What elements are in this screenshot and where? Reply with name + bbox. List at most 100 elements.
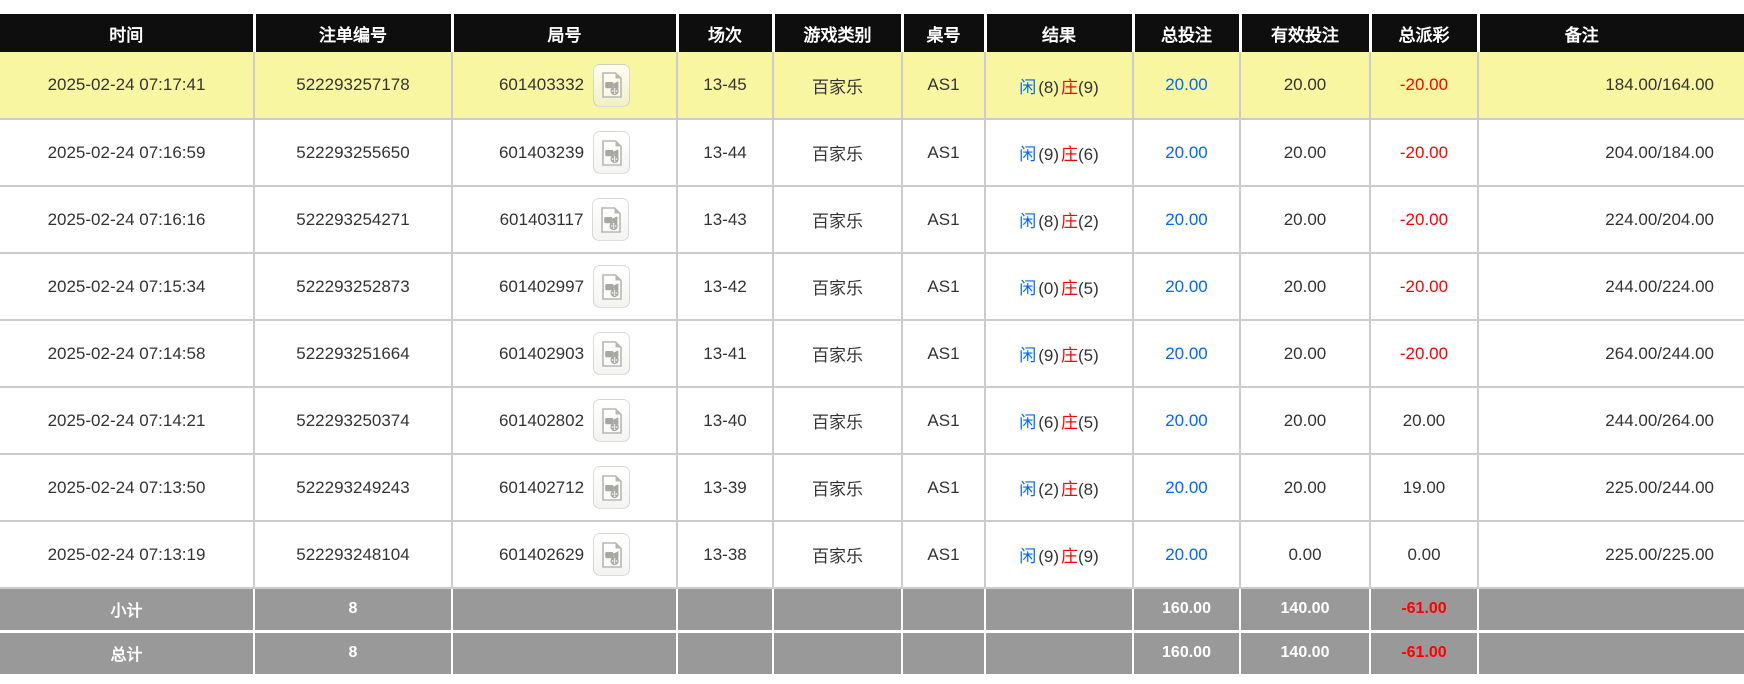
round-id-cell: 601403239 <box>452 119 677 186</box>
summary-row: 小计8160.00140.00-61.00 <box>0 588 1744 631</box>
video-replay-icon <box>601 408 623 434</box>
bet-records-page: 时间注单编号局号场次游戏类别桌号结果总投注有效投注总派彩备注 2025-02-2… <box>0 0 1744 674</box>
summary-empty-cell <box>452 631 677 674</box>
session-cell: 13-42 <box>677 253 773 320</box>
game-type-cell: 百家乐 <box>773 52 902 119</box>
player-result-score: (6) <box>1038 413 1059 432</box>
table-row[interactable]: 2025-02-24 07:13:19522293248104601402629… <box>0 521 1744 588</box>
result-cell: 闲(6)庄(5) <box>985 387 1133 454</box>
banker-result-score: (6) <box>1078 145 1099 164</box>
banker-result-label: 庄 <box>1061 279 1078 298</box>
table-row[interactable]: 2025-02-24 07:16:16522293254271601403117… <box>0 186 1744 253</box>
payout-cell: 20.00 <box>1370 387 1478 454</box>
round-id-value: 601403239 <box>499 143 584 163</box>
banker-result-score: (5) <box>1078 279 1099 298</box>
player-result-label: 闲 <box>1019 480 1036 499</box>
column-header-round_id: 局号 <box>452 14 677 52</box>
banker-result-score: (9) <box>1078 547 1099 566</box>
summary-count-cell: 8 <box>254 631 452 674</box>
result-cell: 闲(9)庄(9) <box>985 521 1133 588</box>
session-cell: 13-38 <box>677 521 773 588</box>
player-result-score: (8) <box>1038 78 1059 97</box>
summary-empty-cell <box>1478 588 1744 631</box>
summary-empty-cell <box>452 588 677 631</box>
round-id-wrap: 601402629 <box>499 533 630 576</box>
video-replay-button[interactable] <box>593 399 630 442</box>
total-bet-cell: 20.00 <box>1133 52 1240 119</box>
player-result-score: (0) <box>1038 279 1059 298</box>
player-result-label: 闲 <box>1019 78 1036 97</box>
valid-bet-cell: 20.00 <box>1240 119 1370 186</box>
player-result-score: (9) <box>1038 145 1059 164</box>
result-cell: 闲(8)庄(2) <box>985 186 1133 253</box>
payout-cell: -20.00 <box>1370 320 1478 387</box>
video-replay-button[interactable] <box>593 533 630 576</box>
summary-count-cell: 8 <box>254 588 452 631</box>
payout-cell: -20.00 <box>1370 119 1478 186</box>
column-header-session: 场次 <box>677 14 773 52</box>
video-replay-button[interactable] <box>592 198 629 241</box>
video-replay-icon <box>600 207 622 233</box>
round-id-wrap: 601403239 <box>499 131 630 174</box>
banker-result-label: 庄 <box>1061 145 1078 164</box>
result-cell: 闲(9)庄(5) <box>985 320 1133 387</box>
table-row[interactable]: 2025-02-24 07:15:34522293252873601402997… <box>0 253 1744 320</box>
round-id-cell: 601403117 <box>452 186 677 253</box>
round-id-value: 601402903 <box>499 344 584 364</box>
video-replay-icon <box>601 475 623 501</box>
video-replay-button[interactable] <box>593 64 630 107</box>
round-id-wrap: 601402802 <box>499 399 630 442</box>
banker-result-label: 庄 <box>1061 78 1078 97</box>
game-type-cell: 百家乐 <box>773 387 902 454</box>
total-bet-cell: 20.00 <box>1133 253 1240 320</box>
game-type-cell: 百家乐 <box>773 186 902 253</box>
player-result-label: 闲 <box>1019 145 1036 164</box>
player-result-label: 闲 <box>1019 547 1036 566</box>
video-replay-button[interactable] <box>593 466 630 509</box>
round-id-cell: 601402802 <box>452 387 677 454</box>
video-replay-button[interactable] <box>593 265 630 308</box>
video-replay-button[interactable] <box>593 332 630 375</box>
valid-bet-cell: 20.00 <box>1240 186 1370 253</box>
round-id-cell: 601402712 <box>452 454 677 521</box>
table-row[interactable]: 2025-02-24 07:17:41522293257178601403332… <box>0 52 1744 119</box>
table-no-cell: AS1 <box>902 387 985 454</box>
time-cell: 2025-02-24 07:15:34 <box>0 253 254 320</box>
table-row[interactable]: 2025-02-24 07:14:21522293250374601402802… <box>0 387 1744 454</box>
table-row[interactable]: 2025-02-24 07:16:59522293255650601403239… <box>0 119 1744 186</box>
table-no-cell: AS1 <box>902 521 985 588</box>
banker-result-score: (8) <box>1078 480 1099 499</box>
table-no-cell: AS1 <box>902 186 985 253</box>
game-type-cell: 百家乐 <box>773 253 902 320</box>
valid-bet-cell: 20.00 <box>1240 320 1370 387</box>
table-no-cell: AS1 <box>902 253 985 320</box>
video-replay-button[interactable] <box>593 131 630 174</box>
summary-empty-cell <box>985 588 1133 631</box>
summary-valid-bet-cell: 140.00 <box>1240 631 1370 674</box>
column-header-total_bet: 总投注 <box>1133 14 1240 52</box>
table-row[interactable]: 2025-02-24 07:14:58522293251664601402903… <box>0 320 1744 387</box>
time-cell: 2025-02-24 07:13:50 <box>0 454 254 521</box>
banker-result-score: (5) <box>1078 413 1099 432</box>
total-bet-cell: 20.00 <box>1133 454 1240 521</box>
round-id-wrap: 601402903 <box>499 332 630 375</box>
banker-result-label: 庄 <box>1061 212 1078 231</box>
table-row[interactable]: 2025-02-24 07:13:50522293249243601402712… <box>0 454 1744 521</box>
session-cell: 13-39 <box>677 454 773 521</box>
summary-label-cell: 总计 <box>0 631 254 674</box>
remark-cell: 225.00/225.00 <box>1478 521 1744 588</box>
time-cell: 2025-02-24 07:14:58 <box>0 320 254 387</box>
round-id-cell: 601402997 <box>452 253 677 320</box>
round-id-wrap: 601402712 <box>499 466 630 509</box>
column-header-payout: 总派彩 <box>1370 14 1478 52</box>
remark-cell: 244.00/224.00 <box>1478 253 1744 320</box>
round-id-wrap: 601403117 <box>500 198 630 241</box>
summary-payout-cell: -61.00 <box>1370 588 1478 631</box>
payout-cell: -20.00 <box>1370 52 1478 119</box>
column-header-bet_id: 注单编号 <box>254 14 452 52</box>
column-header-time: 时间 <box>0 14 254 52</box>
result-cell: 闲(2)庄(8) <box>985 454 1133 521</box>
video-replay-icon <box>601 72 623 98</box>
summary-empty-cell <box>902 588 985 631</box>
total-bet-cell: 20.00 <box>1133 387 1240 454</box>
